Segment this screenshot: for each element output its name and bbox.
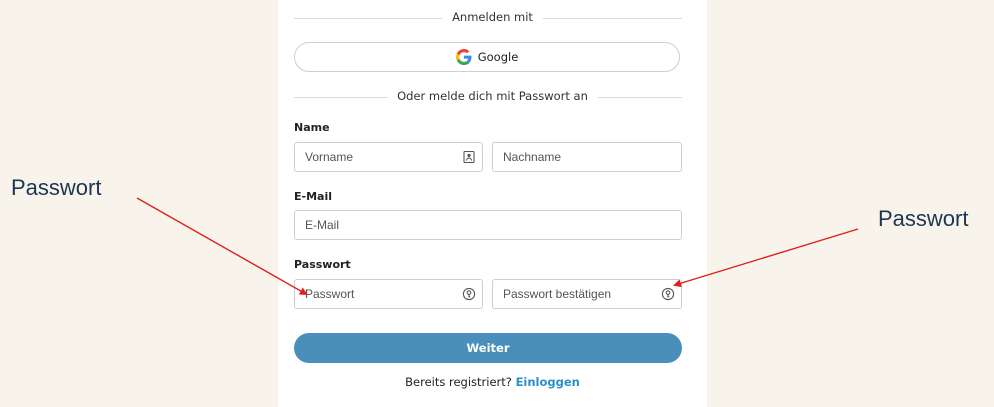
- annotation-right-label: Passwort: [878, 206, 969, 231]
- email-input[interactable]: [295, 211, 681, 239]
- continue-button[interactable]: Weiter: [294, 333, 682, 363]
- contact-card-icon: [463, 150, 475, 164]
- password-input[interactable]: [295, 280, 482, 308]
- google-button-label: Google: [477, 50, 519, 64]
- password-key-icon[interactable]: [661, 287, 675, 301]
- password-field[interactable]: [294, 279, 483, 309]
- email-label: E-Mail: [294, 190, 332, 203]
- login-prompt: Bereits registriert? Einloggen: [278, 375, 707, 389]
- lastname-field[interactable]: [492, 142, 682, 172]
- password-divider-label: Oder melde dich mit Passwort an: [387, 89, 598, 103]
- firstname-input[interactable]: [295, 143, 482, 171]
- firstname-field[interactable]: [294, 142, 483, 172]
- login-link[interactable]: Einloggen: [516, 375, 580, 389]
- annotation-left-label: Passwort: [11, 175, 102, 200]
- name-label: Name: [294, 121, 330, 134]
- email-field[interactable]: [294, 210, 682, 240]
- password-key-icon[interactable]: [462, 287, 476, 301]
- signin-with-label: Anmelden mit: [442, 10, 543, 24]
- password-confirm-field[interactable]: [492, 279, 682, 309]
- password-label: Passwort: [294, 258, 351, 271]
- already-registered-text: Bereits registriert?: [405, 375, 512, 389]
- password-confirm-input[interactable]: [493, 280, 681, 308]
- lastname-input[interactable]: [493, 143, 681, 171]
- google-signin-button[interactable]: Google: [294, 42, 680, 72]
- google-icon: [455, 49, 472, 65]
- registration-card: Anmelden mit Google Oder melde dich mit …: [278, 0, 707, 407]
